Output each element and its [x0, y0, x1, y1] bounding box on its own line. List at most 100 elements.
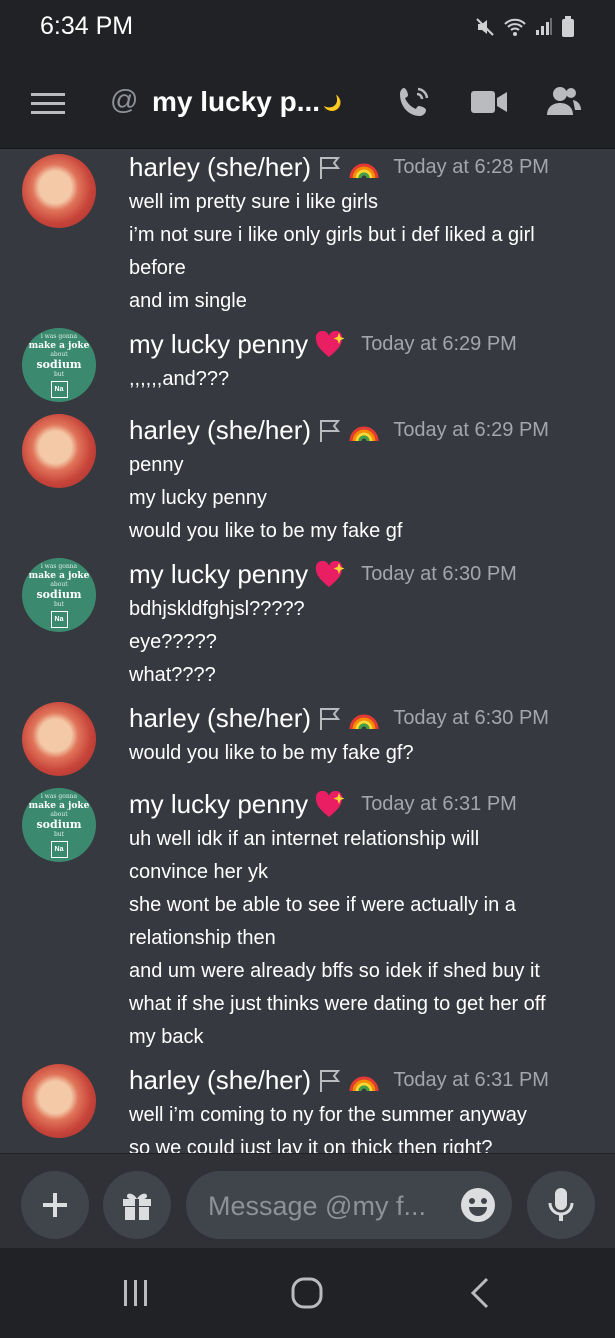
channel-header: @ my lucky p... 🌙 — [0, 60, 615, 149]
message-content: ,,,,,,and??? — [129, 363, 599, 396]
flag-badge — [318, 154, 379, 182]
avatar[interactable] — [22, 702, 96, 776]
message-line: she wont be able to see if were actually… — [129, 894, 516, 916]
flag-badge — [318, 705, 379, 733]
flag-icon — [320, 1069, 341, 1092]
hamburger-icon[interactable] — [31, 91, 65, 117]
message-line: relationship then — [129, 927, 276, 949]
sodium-symbol: Na — [50, 840, 68, 858]
message-line: before — [129, 257, 186, 279]
message-content: uh well idk if an internet relationship … — [129, 823, 599, 1054]
moon-emoji: 🌙 — [323, 95, 342, 112]
sparkling-heart-icon — [316, 790, 345, 817]
author-name[interactable]: harley (she/her) — [129, 415, 311, 446]
message-line: bdhjskldfghjsl????? — [129, 598, 305, 620]
recent-apps-icon[interactable] — [121, 1278, 151, 1308]
flag-icon — [320, 419, 341, 442]
home-icon[interactable] — [290, 1276, 324, 1310]
message-line: uh well idk if an internet relationship … — [129, 828, 480, 850]
message-content: bdhjskldfghjsl????? eye????? what???? — [129, 593, 599, 692]
author-name[interactable]: my lucky penny — [129, 789, 308, 820]
members-icon[interactable] — [546, 85, 582, 117]
message-line: i’m not sure i like only girls but i def… — [129, 224, 535, 246]
sparkling-heart-badge — [315, 560, 347, 589]
timestamp: Today at 6:31 PM — [361, 793, 517, 815]
message-line: and im single — [129, 290, 247, 312]
back-icon[interactable] — [468, 1276, 492, 1310]
rainbow-icon — [349, 163, 379, 178]
message-line: ,,,,,,and??? — [129, 368, 230, 390]
rainbow-icon — [349, 1076, 379, 1091]
at-icon: @ — [110, 84, 139, 115]
message-line: what???? — [129, 664, 216, 686]
timestamp: Today at 6:30 PM — [393, 707, 549, 729]
status-bar: 6:34 PM — [0, 0, 615, 60]
message-line: well i’m coming to ny for the summer any… — [129, 1104, 527, 1126]
emoji-icon[interactable] — [460, 1187, 496, 1223]
voice-message-button[interactable] — [527, 1171, 595, 1239]
message-line: would you like to be my fake gf? — [129, 742, 414, 764]
timestamp: Today at 6:31 PM — [393, 1069, 549, 1091]
sparkling-heart-badge — [315, 790, 347, 819]
flag-icon — [320, 156, 341, 179]
avatar[interactable] — [22, 414, 96, 488]
message-content: penny my lucky penny would you like to b… — [129, 449, 599, 548]
rainbow-icon — [349, 426, 379, 441]
author-name[interactable]: my lucky penny — [129, 329, 308, 360]
flag-badge — [318, 1067, 379, 1095]
message-line: well im pretty sure i like girls — [129, 191, 378, 213]
sodium-symbol: Na — [50, 610, 68, 628]
message-content: well i’m coming to ny for the summer any… — [129, 1099, 599, 1153]
author-name[interactable]: harley (she/her) — [129, 703, 311, 734]
message-line: and um were already bffs so idek if shed… — [129, 960, 540, 982]
author-name[interactable]: harley (she/her) — [129, 152, 311, 183]
timestamp: Today at 6:29 PM — [361, 333, 517, 355]
sparkling-heart-badge — [315, 330, 347, 359]
author-name[interactable]: harley (she/her) — [129, 1065, 311, 1096]
timestamp: Today at 6:30 PM — [361, 563, 517, 585]
author-name[interactable]: my lucky penny — [129, 559, 308, 590]
gift-icon — [123, 1193, 151, 1220]
message-content: would you like to be my fake gf? — [129, 737, 599, 770]
timestamp: Today at 6:29 PM — [393, 419, 549, 441]
composer-bar — [0, 1153, 615, 1249]
message-line: would you like to be my fake gf — [129, 520, 403, 542]
message-box — [186, 1171, 512, 1239]
message-line: eye????? — [129, 631, 217, 653]
status-time: 6:34 PM — [40, 12, 134, 40]
battery-icon — [562, 16, 574, 37]
timestamp: Today at 6:28 PM — [393, 156, 549, 178]
avatar[interactable]: i was gonna make a joke about sodium but… — [22, 788, 96, 862]
flag-icon — [320, 707, 341, 730]
signal-icon — [536, 18, 552, 35]
message-list[interactable]: harley (she/her) Today at 6:28 PM well i… — [0, 148, 615, 1153]
flag-badge — [318, 417, 379, 445]
message-line: penny — [129, 454, 184, 476]
sparkling-heart-icon — [316, 560, 345, 587]
avatar[interactable] — [22, 154, 96, 228]
phone-call-icon[interactable] — [396, 84, 432, 120]
wifi-icon — [504, 18, 526, 36]
message-line: what if she just thinks were dating to g… — [129, 993, 546, 1015]
channel-title[interactable]: my lucky p... — [152, 86, 320, 118]
message-line: my back — [129, 1026, 204, 1048]
avatar[interactable]: i was gonna make a joke about sodium but… — [22, 558, 96, 632]
message-line: so we could just lay it on thick then ri… — [129, 1137, 493, 1153]
plus-icon — [43, 1193, 67, 1217]
gift-button[interactable] — [103, 1171, 171, 1239]
sparkling-heart-icon — [316, 330, 345, 357]
system-nav-bar — [0, 1248, 615, 1338]
rainbow-icon — [349, 714, 379, 729]
message-input[interactable] — [206, 1185, 450, 1227]
avatar[interactable]: i was gonna make a joke about sodium but… — [22, 328, 96, 402]
microphone-icon — [548, 1188, 574, 1221]
mute-icon — [476, 18, 494, 36]
status-icons — [475, 16, 575, 38]
sodium-symbol: Na — [50, 380, 68, 398]
message-line: my lucky penny — [129, 487, 267, 509]
add-attachment-button[interactable] — [21, 1171, 89, 1239]
message-line: convince her yk — [129, 861, 268, 883]
video-camera-icon[interactable] — [470, 89, 508, 115]
avatar[interactable] — [22, 1064, 96, 1138]
message-content: well im pretty sure i like girls i’m not… — [129, 186, 599, 318]
